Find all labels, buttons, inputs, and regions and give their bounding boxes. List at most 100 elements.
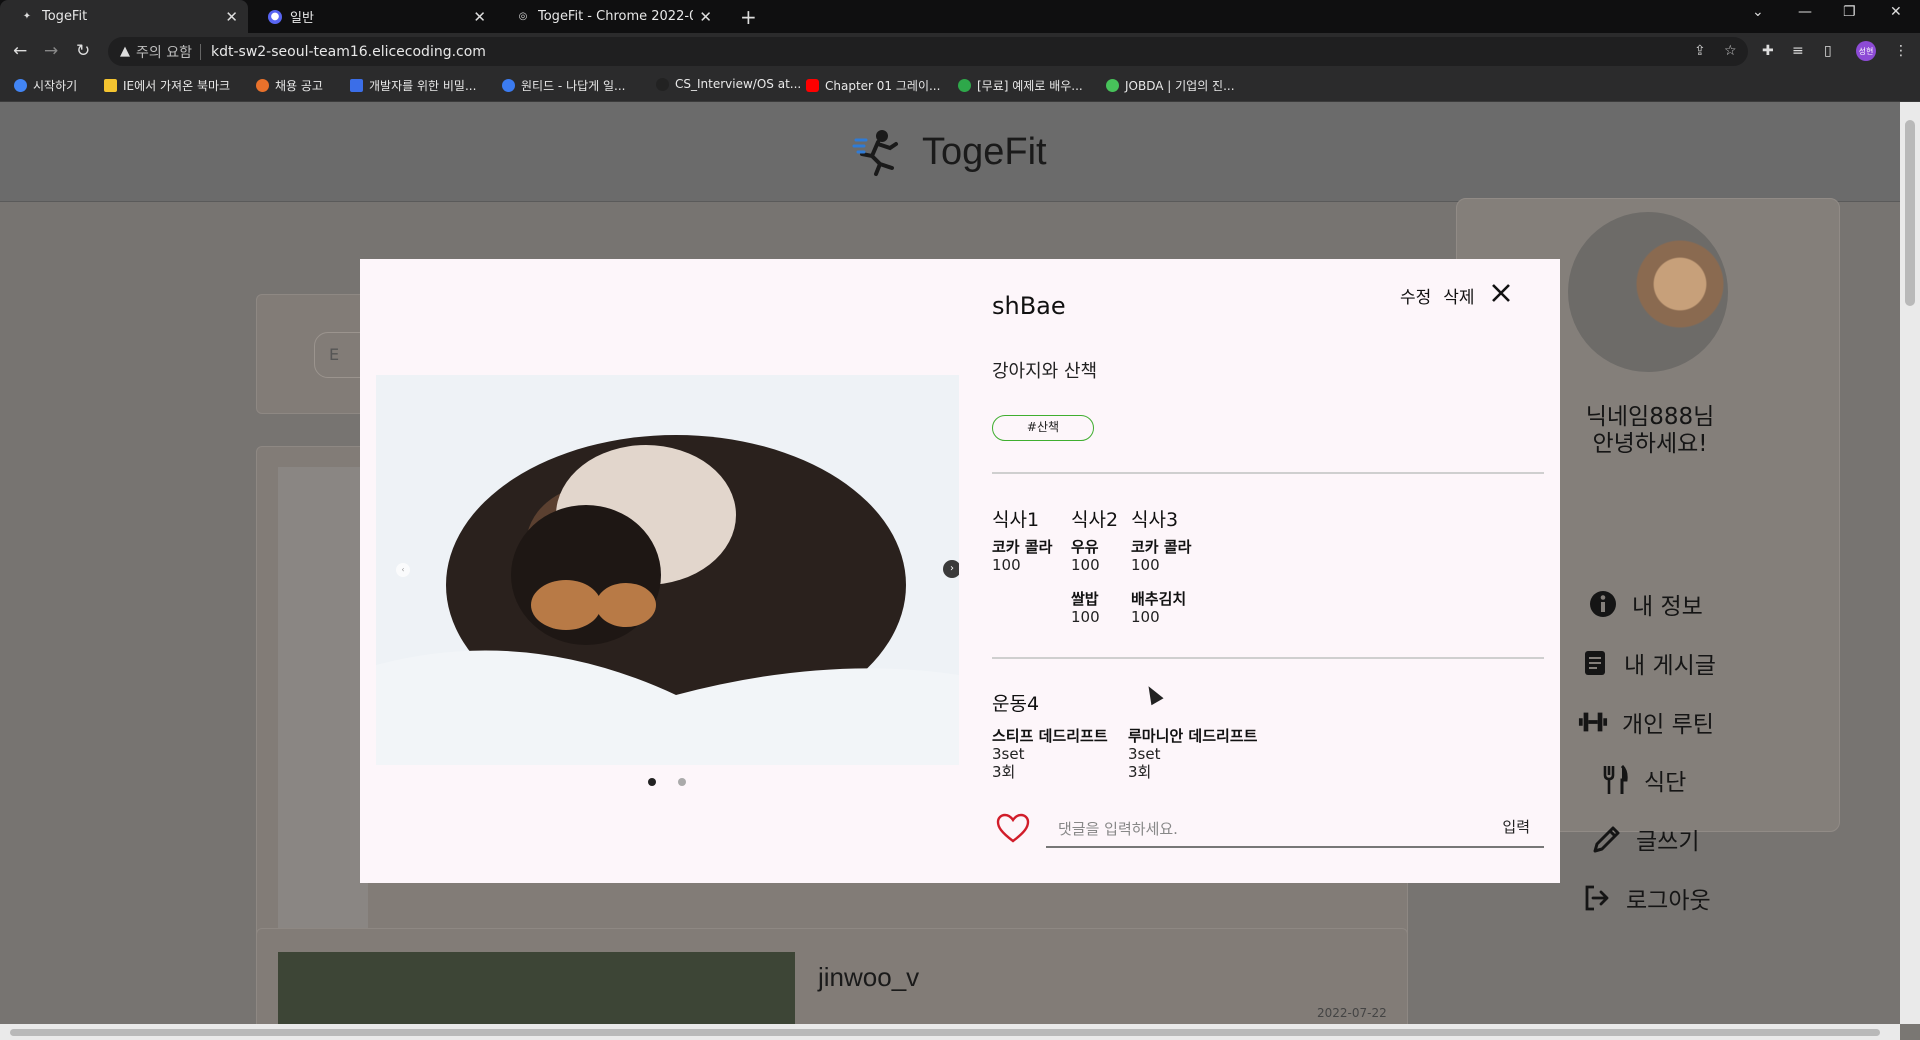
site-logo[interactable]: TogeFit: [852, 126, 1047, 178]
exercise-name: 루마니안 데드리프트: [1128, 727, 1258, 745]
meal-title: 식사3: [1131, 509, 1179, 531]
bookmark-star-icon[interactable]: ☆: [1724, 37, 1737, 66]
bookmark-favicon-icon: [14, 79, 27, 92]
new-tab-button[interactable]: +: [740, 5, 757, 29]
tab-discord[interactable]: ● 일반 ✕: [248, 0, 496, 33]
sidebar-item-my-posts[interactable]: 내 게시글: [1580, 643, 1716, 683]
bookmark-item[interactable]: [무료] 예제로 배우...: [958, 77, 1083, 94]
close-tab-icon[interactable]: ✕: [225, 8, 238, 26]
like-heart-icon[interactable]: [996, 813, 1030, 847]
discord-icon: ●: [268, 9, 282, 24]
sidebar-item-label: 내 정보: [1632, 594, 1703, 620]
comment-field[interactable]: 댓글을 입력하세요. 입력: [1046, 810, 1544, 848]
media-icon[interactable]: ≡: [1792, 43, 1804, 59]
exercise-reps: 3회: [992, 763, 1016, 781]
bookmark-item[interactable]: Chapter 01 그레이...: [806, 77, 940, 94]
close-tab-icon[interactable]: ✕: [473, 8, 486, 26]
sidebar-item-my-info[interactable]: 내 정보: [1588, 584, 1703, 624]
carousel-next-icon[interactable]: ›: [943, 560, 959, 578]
reload-icon[interactable]: ↻: [76, 41, 90, 61]
forward-icon[interactable]: →: [44, 41, 58, 61]
side-panel-icon[interactable]: ▯: [1824, 43, 1832, 59]
bookmark-item[interactable]: 시작하기: [14, 77, 77, 94]
dog-photo: [376, 375, 959, 765]
post-actions: 수정 삭제: [1400, 281, 1523, 309]
food-amount: 100: [992, 556, 1021, 574]
post-image: [278, 952, 795, 1024]
folder-icon: [104, 79, 117, 92]
bookmark-item[interactable]: 채용 공고: [256, 77, 323, 94]
tab-togefit[interactable]: ✦ TogeFit ✕: [0, 0, 248, 33]
sidebar-item-label: 글쓰기: [1636, 829, 1700, 855]
meal-column: 식사1 코카 콜라 100: [992, 505, 1052, 574]
vertical-scrollbar-thumb[interactable]: [1905, 120, 1915, 306]
food-item: 우유 100: [1071, 538, 1118, 574]
share-icon[interactable]: ⇪: [1694, 37, 1706, 66]
close-window-icon[interactable]: ✕: [1890, 4, 1902, 20]
bookmark-favicon-icon: [1106, 79, 1119, 92]
omnibox-divider: [199, 43, 201, 60]
meal-title: 식사1: [992, 509, 1040, 531]
minimize-icon[interactable]: —: [1798, 4, 1812, 20]
carousel-prev-icon[interactable]: ‹: [396, 563, 410, 577]
meal-title: 식사2: [1071, 509, 1119, 531]
hashtag-badge[interactable]: #산책: [992, 415, 1094, 441]
food-amount: 100: [1131, 608, 1160, 626]
bookmark-item[interactable]: CS_Interview/OS at...: [656, 77, 801, 91]
bookmark-label: 개발자를 위한 비밀...: [369, 79, 477, 93]
carousel-dot-active[interactable]: [648, 778, 656, 786]
comment-submit-button[interactable]: 입력: [1502, 816, 1530, 837]
back-icon[interactable]: ←: [13, 41, 27, 61]
github-icon: [656, 77, 669, 91]
bookmark-label: 채용 공고: [275, 79, 323, 93]
food-name: 코카 콜라: [1131, 538, 1192, 556]
sidebar-item-label: 개인 루틴: [1622, 712, 1714, 738]
runner-logo-icon: [852, 126, 904, 178]
bookmark-item[interactable]: 원티드 - 나답게 일...: [502, 77, 626, 94]
restore-icon[interactable]: ❐: [1843, 4, 1856, 20]
togefit-favicon-icon: ✦: [22, 11, 32, 22]
browser-tabstrip: ✦ TogeFit ✕ ● 일반 ✕ ◎ TogeFit - Chrome 20…: [0, 0, 1920, 33]
bookmark-favicon-icon: [256, 79, 269, 92]
url-text[interactable]: kdt-sw2-seoul-team16.elicecoding.com: [211, 44, 486, 60]
exercise-item: 스티프 데드리프트 3set 3회: [992, 727, 1108, 781]
tab-search-icon[interactable]: ⌄: [1752, 4, 1764, 20]
sidebar-item-label: 식단: [1644, 770, 1687, 796]
sidebar-item-logout[interactable]: 로그아웃: [1582, 878, 1711, 918]
food-name: 배추김치: [1131, 590, 1187, 608]
carousel-dot[interactable]: [678, 778, 686, 786]
edit-button[interactable]: 수정: [1400, 283, 1431, 308]
extensions-icon[interactable]: ✚: [1762, 43, 1774, 59]
food-item: 배추김치 100: [1131, 590, 1191, 626]
exercise-name: 스티프 데드리프트: [992, 727, 1108, 745]
profile-avatar[interactable]: 성현: [1856, 41, 1876, 61]
exercise-sets: 3set: [992, 745, 1025, 763]
bookmark-label: CS_Interview/OS at...: [675, 77, 802, 91]
exercise-sets: 3set: [1128, 745, 1161, 763]
close-tab-icon[interactable]: ✕: [699, 8, 712, 26]
close-icon[interactable]: [1491, 281, 1511, 309]
menu-kebab-icon[interactable]: ⋮: [1894, 43, 1908, 59]
sidebar-item-write[interactable]: 글쓰기: [1592, 819, 1699, 859]
bookmark-item[interactable]: 개발자를 위한 비밀...: [350, 77, 476, 94]
bookmark-label: JOBDA | 기업의 진...: [1125, 79, 1235, 93]
logout-icon: [1582, 884, 1612, 912]
tab-chrome-page[interactable]: ◎ TogeFit - Chrome 2022-07-23 0 ✕: [496, 0, 722, 33]
sidebar-item-label: 내 게시글: [1624, 653, 1716, 679]
delete-button[interactable]: 삭제: [1443, 283, 1474, 308]
bookmark-item[interactable]: IE에서 가져온 북마크: [104, 77, 230, 94]
bookmark-label: 시작하기: [33, 79, 78, 93]
horizontal-scrollbar-thumb[interactable]: [10, 1029, 1880, 1036]
divider: [992, 657, 1544, 659]
exercise-item: 루마니안 데드리프트 3set 3회: [1128, 727, 1257, 781]
image-carousel[interactable]: ‹ ›: [376, 375, 959, 765]
food-item: 쌀밥 100: [1071, 590, 1118, 626]
info-icon: [1588, 590, 1618, 618]
address-bar[interactable]: ▲ 주의 요함 kdt-sw2-seoul-team16.elicecoding…: [108, 37, 1748, 66]
bookmark-favicon-icon: [350, 79, 363, 92]
bookmark-item[interactable]: JOBDA | 기업의 진...: [1106, 77, 1235, 94]
sidebar-item-routine[interactable]: 개인 루틴: [1578, 702, 1714, 742]
sidebar-item-diet[interactable]: 식단: [1600, 760, 1686, 800]
comment-input[interactable]: 댓글을 입력하세요.: [1058, 818, 1178, 839]
meal-column: 식사2 우유 100 쌀밥 100: [1071, 505, 1118, 626]
